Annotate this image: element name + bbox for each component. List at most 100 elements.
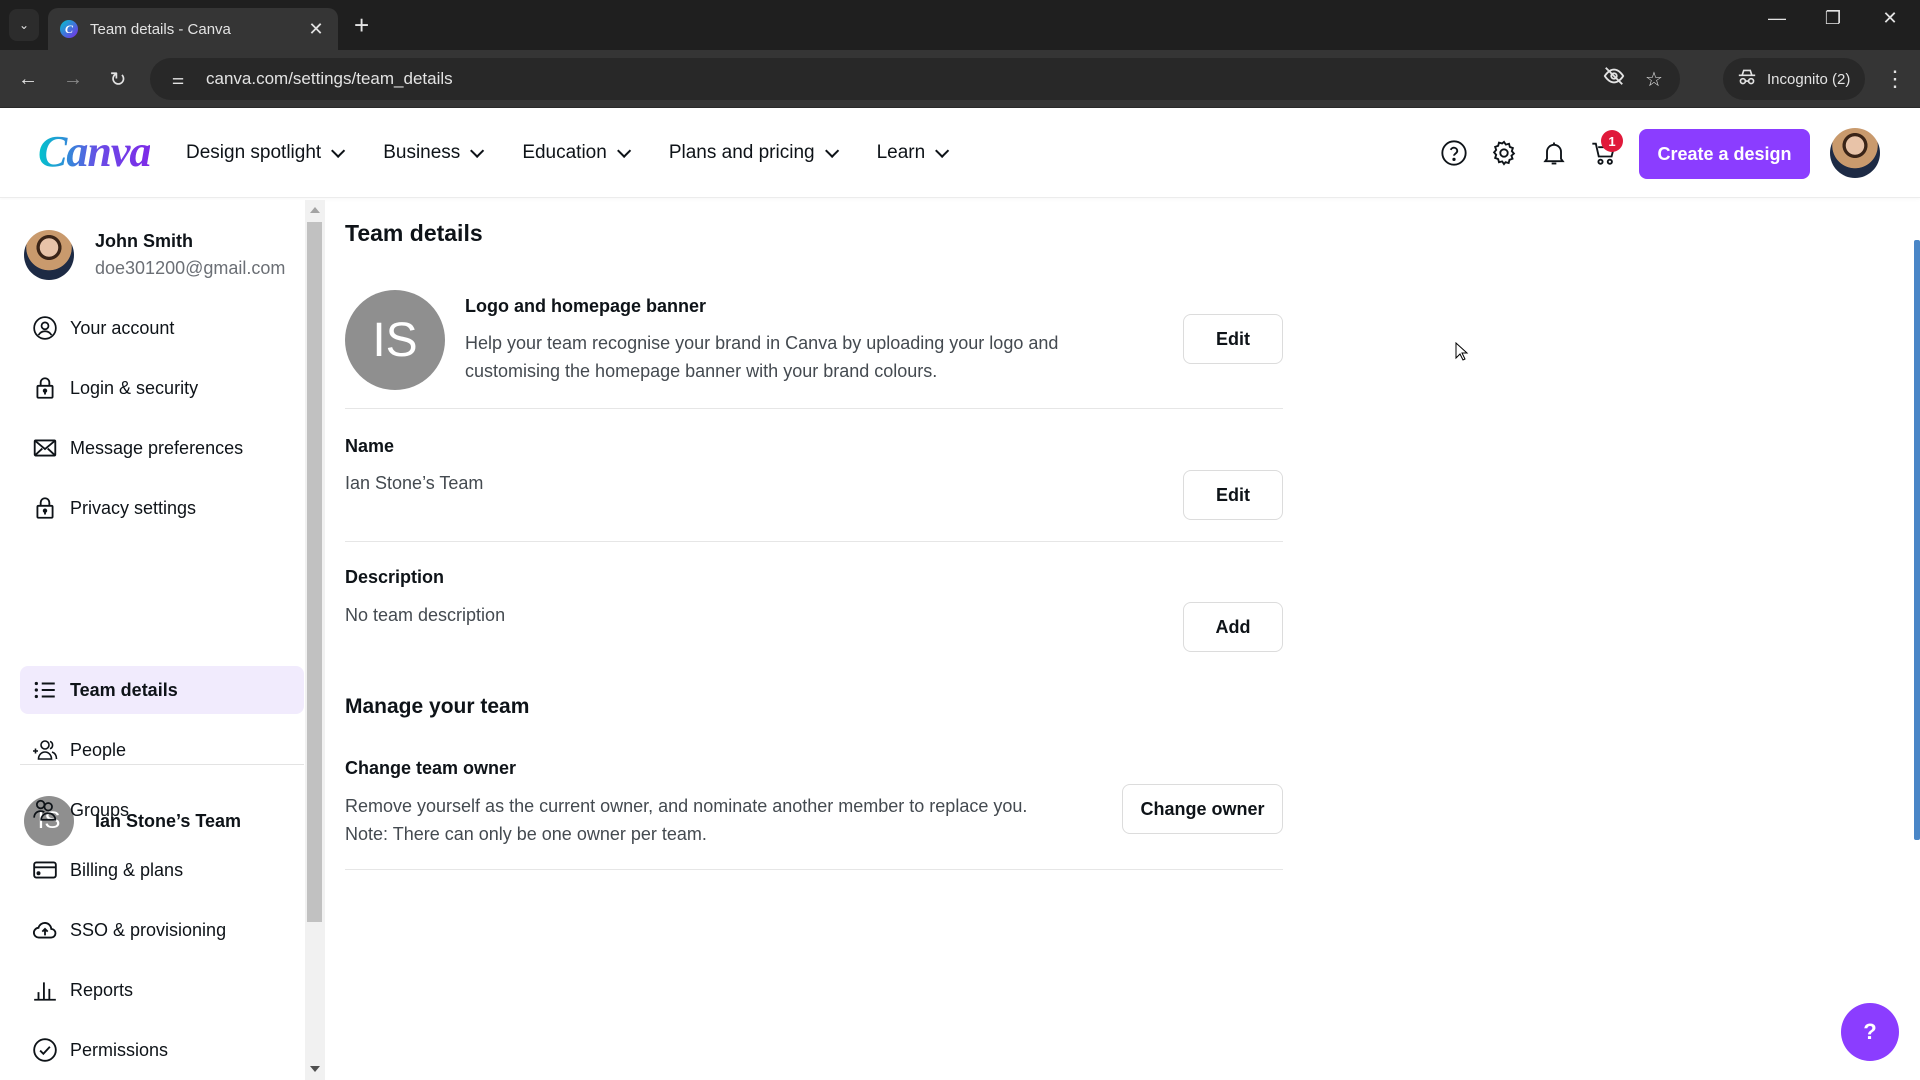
eye-off-icon[interactable] bbox=[1594, 65, 1634, 93]
sidebar-item-label: Privacy settings bbox=[70, 497, 197, 518]
description-value: No team description bbox=[345, 605, 506, 625]
credit-card-icon bbox=[32, 857, 58, 883]
sidebar-item-groups[interactable]: Groups bbox=[20, 786, 304, 834]
address-bar[interactable]: ⚌ canva.com/settings/team_details ☆ bbox=[150, 58, 1680, 100]
envelope-icon bbox=[32, 435, 58, 461]
nav-learn[interactable]: Learn bbox=[876, 142, 950, 164]
sidebar-item-people[interactable]: People bbox=[20, 726, 304, 774]
logo-banner-description-line1: Help your team recognise your brand in C… bbox=[465, 333, 1059, 353]
incognito-icon bbox=[1737, 68, 1757, 91]
sidebar-item-permissions[interactable]: Permissions bbox=[20, 1026, 304, 1074]
user-avatar[interactable] bbox=[1830, 128, 1880, 178]
change-owner-button[interactable]: Change owner bbox=[1122, 784, 1283, 834]
arrow-right-icon: → bbox=[63, 67, 83, 90]
change-owner-description-line1: Remove yourself as the current owner, an… bbox=[345, 796, 1028, 816]
nav-label: Education bbox=[522, 142, 607, 163]
section-divider bbox=[345, 541, 1283, 542]
chevron-down-icon bbox=[616, 143, 632, 158]
sidebar-item-billing-plans[interactable]: Billing & plans bbox=[20, 846, 304, 894]
sidebar-item-label: Message preferences bbox=[70, 437, 244, 458]
nav-label: Learn bbox=[876, 142, 926, 163]
edit-name-button[interactable]: Edit bbox=[1183, 470, 1283, 520]
star-icon[interactable]: ☆ bbox=[1634, 67, 1674, 92]
top-nav: Design spotlight Business Education Plan… bbox=[186, 108, 987, 198]
lock-icon bbox=[32, 375, 58, 401]
description-label: Description bbox=[345, 567, 445, 587]
logo-banner-label: Logo and homepage banner bbox=[465, 296, 707, 316]
chevron-down-icon bbox=[470, 143, 485, 158]
url-text[interactable]: canva.com/settings/team_details bbox=[206, 69, 1594, 89]
help-icon[interactable] bbox=[1440, 139, 1468, 167]
incognito-indicator[interactable]: Incognito (2) bbox=[1723, 58, 1865, 100]
section-divider bbox=[345, 869, 1283, 870]
nav-plans-and-pricing[interactable]: Plans and pricing bbox=[668, 142, 839, 164]
canva-logo[interactable]: Canva bbox=[38, 126, 151, 177]
tab-close-icon[interactable]: ✕ bbox=[306, 19, 326, 40]
restore-icon[interactable]: ❐ bbox=[1813, 8, 1853, 29]
sidebar-item-message-preferences[interactable]: Message preferences bbox=[20, 424, 304, 472]
reload-icon: ↻ bbox=[109, 68, 127, 91]
settings-gear-icon[interactable] bbox=[1490, 139, 1518, 167]
sidebar-scrollbar-thumb[interactable] bbox=[307, 222, 322, 922]
nav-education[interactable]: Education bbox=[522, 142, 632, 164]
browser-tab[interactable]: C Team details - Canva ✕ bbox=[48, 8, 338, 50]
cloud-upload-icon bbox=[32, 917, 58, 943]
logo-banner-description-line2: customising the homepage banner with you… bbox=[465, 361, 938, 381]
notifications-bell-icon[interactable] bbox=[1540, 139, 1568, 167]
list-icon bbox=[32, 677, 58, 703]
sidebar-item-login-security[interactable]: Login & security bbox=[20, 364, 304, 412]
sidebar-item-your-account[interactable]: Your account bbox=[20, 304, 304, 352]
incognito-label: Incognito (2) bbox=[1767, 70, 1851, 88]
add-description-button[interactable]: Add bbox=[1183, 602, 1283, 652]
chevron-down-icon bbox=[824, 143, 839, 158]
nav-business[interactable]: Business bbox=[383, 142, 485, 164]
sidebar-item-label: Reports bbox=[70, 979, 134, 1000]
tab-search-button[interactable]: ⌄ bbox=[9, 9, 39, 41]
window-close-icon[interactable]: ✕ bbox=[1870, 8, 1910, 29]
sidebar-item-label: Team details bbox=[70, 679, 178, 700]
sidebar-item-label: Billing & plans bbox=[70, 859, 184, 880]
scroll-up-arrow-icon[interactable] bbox=[310, 207, 320, 213]
section-divider bbox=[345, 408, 1283, 409]
reload-button[interactable]: ↻ bbox=[103, 64, 133, 94]
team-name-value: Ian Stone’s Team bbox=[345, 473, 484, 493]
edit-logo-button[interactable]: Edit bbox=[1183, 314, 1283, 364]
sidebar-item-reports[interactable]: Reports bbox=[20, 966, 304, 1014]
browser-tab-strip: ⌄ C Team details - Canva ✕ + — ❐ ✕ bbox=[0, 0, 1920, 50]
arrow-left-icon: ← bbox=[18, 67, 38, 90]
groups-icon bbox=[32, 797, 58, 823]
user-circle-icon bbox=[32, 315, 58, 341]
page-title: Team details bbox=[345, 220, 483, 246]
sidebar-scrollbar[interactable] bbox=[305, 200, 325, 1080]
lock-icon bbox=[32, 495, 58, 521]
minimize-icon[interactable]: — bbox=[1757, 8, 1797, 29]
browser-toolbar: ← → ↻ ⚌ canva.com/settings/team_details … bbox=[0, 50, 1920, 108]
check-circle-icon bbox=[32, 1037, 58, 1063]
sidebar-item-team-details[interactable]: Team details bbox=[20, 666, 304, 714]
nav-label: Plans and pricing bbox=[668, 142, 815, 163]
team-logo-avatar: IS bbox=[345, 290, 445, 390]
change-owner-label: Change team owner bbox=[345, 758, 517, 778]
sidebar-item-label: Permissions bbox=[70, 1039, 169, 1060]
create-a-design-button[interactable]: Create a design bbox=[1639, 129, 1810, 179]
sidebar-item-sso-provisioning[interactable]: SSO & provisioning bbox=[20, 906, 304, 954]
chevron-down-icon bbox=[331, 143, 346, 158]
chevron-down-icon bbox=[935, 143, 950, 158]
new-tab-button[interactable]: + bbox=[354, 10, 369, 40]
back-button[interactable]: ← bbox=[13, 64, 43, 94]
help-chat-button[interactable]: ? bbox=[1841, 1003, 1899, 1061]
tab-title: Team details - Canva bbox=[90, 20, 231, 38]
browser-menu-icon[interactable]: ⋮ bbox=[1880, 64, 1910, 94]
chevron-down-icon: ⌄ bbox=[18, 18, 30, 32]
app-header: Canva Design spotlight Business Educatio… bbox=[0, 108, 1920, 198]
settings-sidebar: John Smith doe301200@gmail.com Your acco… bbox=[0, 200, 305, 1080]
sidebar-item-privacy-settings[interactable]: Privacy settings bbox=[20, 484, 304, 532]
sidebar-item-label: People bbox=[70, 739, 127, 760]
page-scrollbar[interactable] bbox=[1914, 240, 1920, 840]
scroll-down-arrow-icon[interactable] bbox=[310, 1066, 320, 1072]
cart-count-badge: 1 bbox=[1601, 130, 1623, 152]
nav-design-spotlight[interactable]: Design spotlight bbox=[186, 142, 346, 164]
manage-team-heading: Manage your team bbox=[345, 695, 530, 718]
forward-button[interactable]: → bbox=[58, 64, 88, 94]
site-info-icon[interactable]: ⚌ bbox=[158, 71, 198, 88]
